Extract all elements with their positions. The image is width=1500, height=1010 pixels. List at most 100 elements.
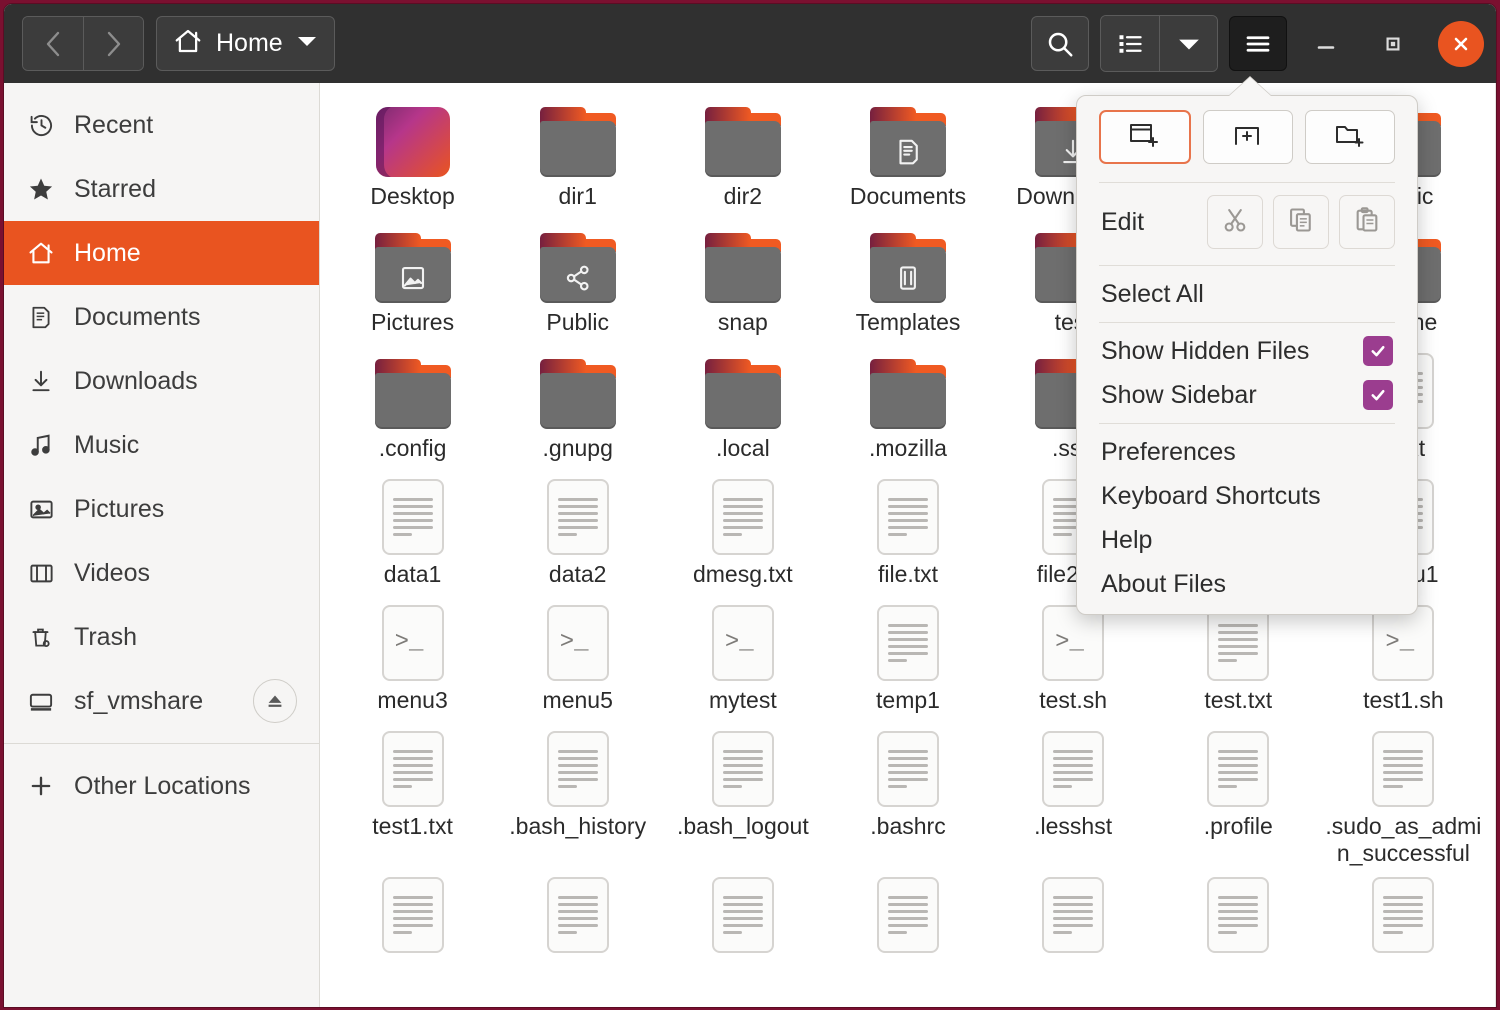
eject-icon[interactable] [253,679,297,723]
file-item[interactable]: >_ menu5 [495,595,660,721]
new-tab-button[interactable] [1203,110,1293,164]
star-icon [26,174,56,204]
sidebar-item-starred[interactable]: Starred [4,157,319,221]
file-name-label: file.txt [877,561,939,587]
file-item[interactable] [330,867,495,993]
file-item[interactable]: file.txt [825,469,990,595]
file-item[interactable]: test1.txt [330,721,495,867]
sidebar-item-label: Videos [74,558,150,587]
scrollbar-track[interactable] [1495,83,1496,1007]
file-icon [539,223,616,303]
file-item[interactable]: snap [660,217,825,343]
text-file-icon [381,877,444,954]
file-item[interactable]: Pictures [330,217,495,343]
back-button[interactable] [23,17,83,70]
menu-item-show-sidebar[interactable]: Show Sidebar [1077,373,1417,417]
copy-icon [1287,206,1315,239]
text-file-icon [876,877,939,954]
file-item[interactable]: dmesg.txt [660,469,825,595]
new-folder-button[interactable] [1305,110,1395,164]
file-item[interactable] [991,867,1156,993]
file-item[interactable]: >_ menu3 [330,595,495,721]
file-item[interactable]: .gnupg [495,343,660,469]
file-name-label: Pictures [371,309,455,335]
file-item[interactable]: temp1 [825,595,990,721]
show-hidden-files-checkbox[interactable] [1363,336,1393,366]
sidebar-item-sf-vmshare[interactable]: sf_vmshare [4,669,319,733]
sidebar-item-documents[interactable]: Documents [4,285,319,349]
file-name-label: Desktop [370,183,455,209]
minimize-button[interactable] [1298,16,1354,72]
menu-item-show-hidden-files[interactable]: Show Hidden Files [1077,329,1417,373]
sidebar-item-pictures[interactable]: Pictures [4,477,319,541]
new-folder-icon [1333,120,1367,155]
text-file-icon [1207,877,1270,954]
menu-item-preferences[interactable]: Preferences [1077,430,1417,474]
menu-item-help[interactable]: Help [1077,518,1417,562]
file-item[interactable]: data1 [330,469,495,595]
file-item[interactable]: .bashrc [825,721,990,867]
sidebar-item-trash[interactable]: Trash [4,605,319,669]
file-icon [876,475,939,555]
maximize-button[interactable] [1365,16,1421,72]
file-item[interactable]: Desktop [330,91,495,217]
file-item[interactable]: .config [330,343,495,469]
file-item[interactable]: .profile [1156,721,1321,867]
file-item[interactable]: .local [660,343,825,469]
file-item[interactable]: .lesshst [991,721,1156,867]
close-button[interactable] [1438,20,1484,67]
menu-edit-row: Edit [1077,189,1417,259]
sidebar-item-videos[interactable]: Videos [4,541,319,605]
show-sidebar-checkbox[interactable] [1363,380,1393,410]
sidebar-item-label: Starred [74,174,156,203]
file-item[interactable] [1321,867,1486,993]
menu-item-select-all[interactable]: Select All [1077,272,1417,316]
file-item[interactable]: .sudo_as_admin_successful [1321,721,1486,867]
file-item[interactable]: Templates [825,217,990,343]
paste-button[interactable] [1339,195,1395,249]
sidebar-item-downloads[interactable]: Downloads [4,349,319,413]
text-file-icon [1372,731,1435,807]
file-item[interactable]: >_ mytest [660,595,825,721]
main-menu-button[interactable] [1229,16,1287,71]
file-item[interactable]: .mozilla [825,343,990,469]
menu-item-about-files[interactable]: About Files [1077,562,1417,606]
file-name-label: .local [716,435,770,461]
text-file-icon [546,479,609,555]
script-file-icon: >_ [381,605,444,681]
menu-item-keyboard-shortcuts[interactable]: Keyboard Shortcuts [1077,474,1417,518]
cut-button[interactable] [1207,195,1263,249]
sidebar-item-music[interactable]: Music [4,413,319,477]
search-button[interactable] [1031,16,1089,71]
sidebar-item-recent[interactable]: Recent [4,93,319,157]
share-emblem [563,263,593,298]
file-item[interactable] [825,867,990,993]
file-icon [704,223,781,303]
file-name-label: .mozilla [869,435,947,461]
new-window-button[interactable] [1099,110,1191,164]
copy-button[interactable] [1273,195,1329,249]
view-mode-group [1100,15,1218,72]
file-item[interactable]: dir2 [660,91,825,217]
view-options-dropdown[interactable] [1159,16,1217,71]
list-view-button[interactable] [1101,16,1159,71]
file-name-label: .bash_history [509,813,647,839]
file-item[interactable] [660,867,825,993]
header-bar: Home [4,4,1496,83]
sidebar-item-other-locations[interactable]: Other Locations [4,754,319,818]
file-item[interactable] [495,867,660,993]
sidebar-item-label: Pictures [74,494,165,523]
sidebar-item-home[interactable]: Home [4,221,319,285]
file-item[interactable]: Public [495,217,660,343]
new-tab-icon [1231,120,1265,155]
file-item[interactable] [1156,867,1321,993]
path-bar-home-button[interactable]: Home [156,16,335,71]
file-item[interactable]: data2 [495,469,660,595]
forward-button[interactable] [83,17,143,70]
sidebar-item-label: Other Locations [74,771,251,800]
template-emblem [893,263,923,298]
file-item[interactable]: dir1 [495,91,660,217]
file-item[interactable]: .bash_logout [660,721,825,867]
file-item[interactable]: .bash_history [495,721,660,867]
file-item[interactable]: Documents [825,91,990,217]
